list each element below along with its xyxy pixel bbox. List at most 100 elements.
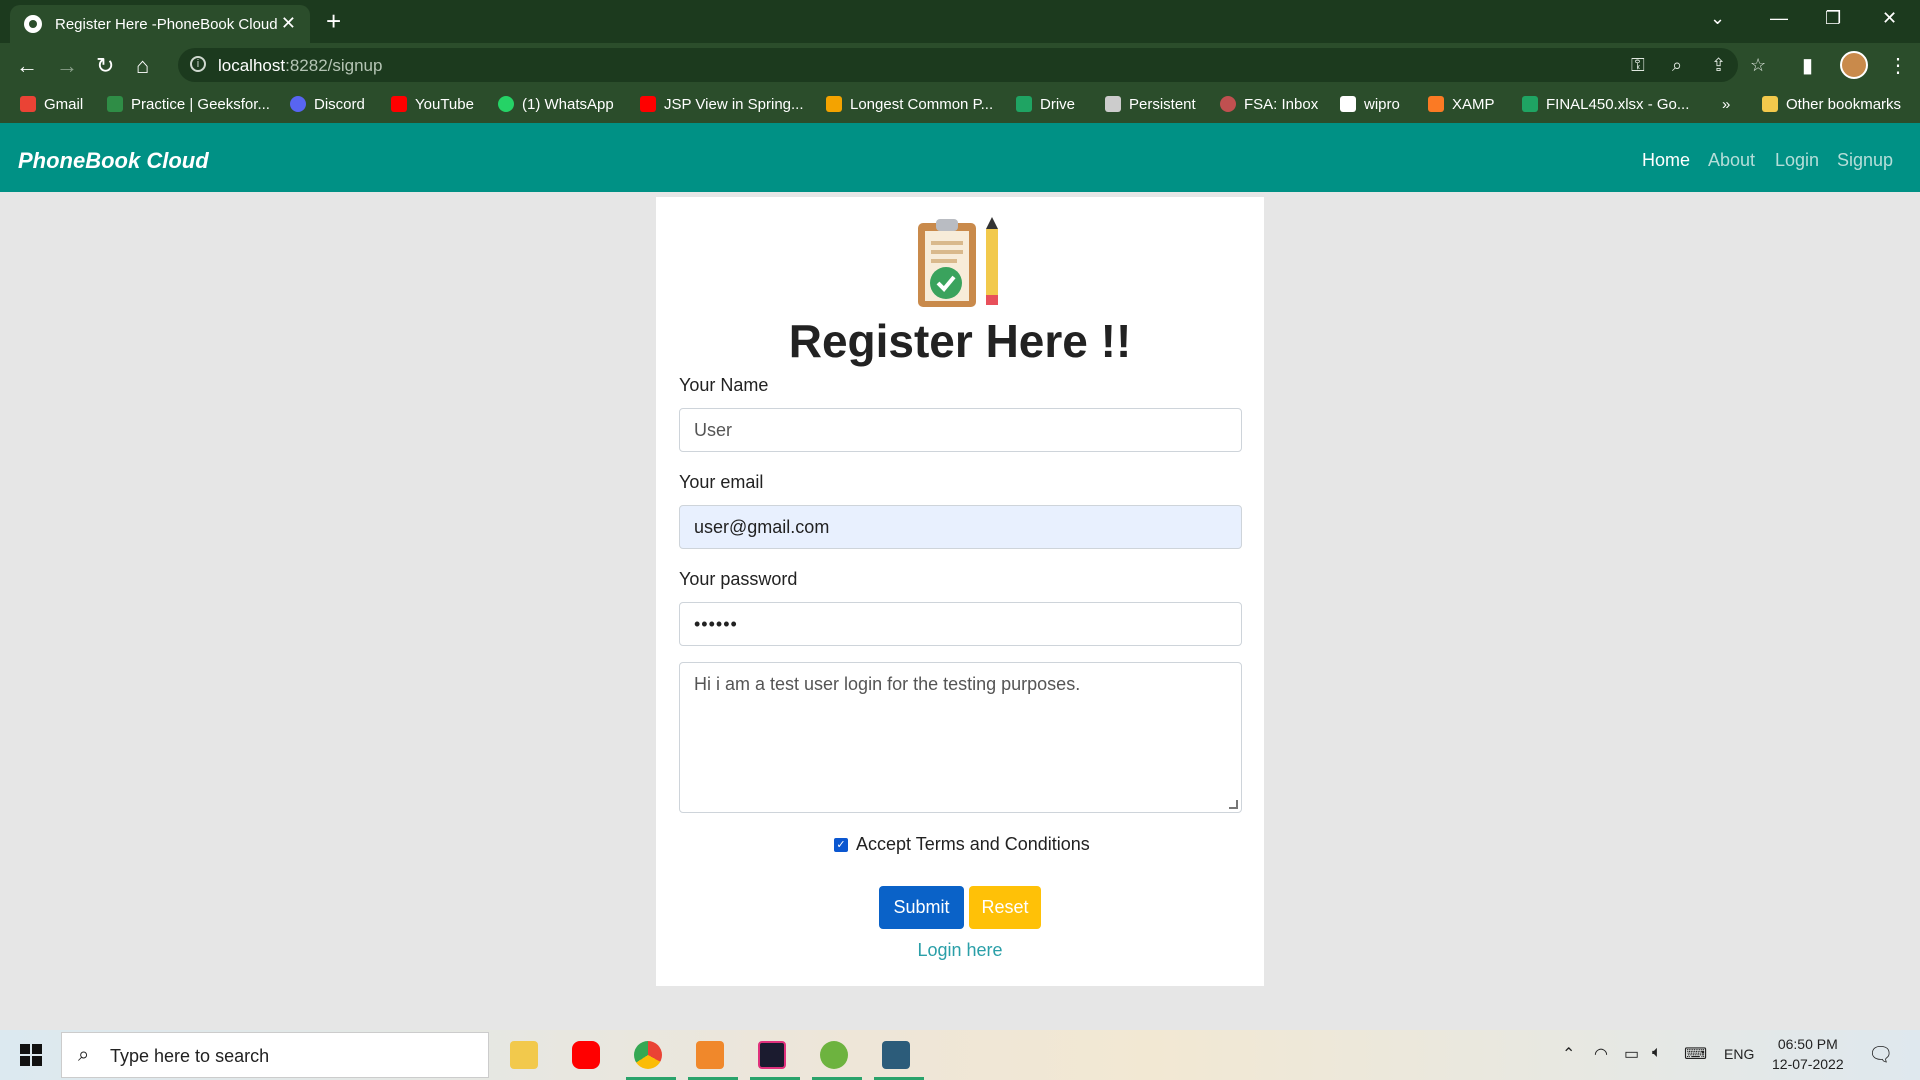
mysql-icon: [882, 1041, 910, 1069]
zoom-icon[interactable]: ⌕: [1672, 55, 1682, 76]
address-bar[interactable]: i localhost:8282/signup ⚿ ⌕ ⇪ ☆: [178, 48, 1766, 82]
terms-checkbox[interactable]: ✓: [834, 838, 848, 852]
reload-button[interactable]: ↻: [96, 53, 114, 79]
file-explorer-app[interactable]: [502, 1036, 546, 1074]
bookmark-label: JSP View in Spring...: [664, 96, 804, 113]
whatsapp-icon: [498, 96, 514, 112]
bookmark-persistent[interactable]: Persistent: [1105, 96, 1196, 113]
browser-tab-active[interactable]: Register Here -PhoneBook Cloud ✕: [10, 5, 310, 43]
share-icon[interactable]: ⇪: [1711, 55, 1726, 76]
url-path: :8282/signup: [285, 56, 383, 75]
bookmark-label: FINAL450.xlsx - Go...: [1546, 96, 1690, 113]
bookmark-final450[interactable]: FINAL450.xlsx - Go...: [1522, 96, 1689, 113]
nav-about[interactable]: About: [1708, 150, 1755, 171]
folder-icon: [510, 1041, 538, 1069]
clock-date: 12-07-2022: [1772, 1056, 1844, 1072]
youtube-app[interactable]: [564, 1036, 608, 1074]
bookmark-wipro[interactable]: wipro: [1340, 96, 1400, 113]
page-title: Register Here !!: [788, 315, 1132, 367]
site-info-icon[interactable]: i: [190, 56, 206, 72]
about-textarea[interactable]: Hi i am a test user login for the testin…: [679, 662, 1242, 813]
tab-title: Register Here -PhoneBook Cloud: [55, 16, 278, 33]
bookmark-geeksforgeeks[interactable]: Practice | Geeksfor...: [107, 96, 270, 113]
bookmark-label: Persistent: [1129, 96, 1196, 113]
bookmark-xamp[interactable]: XAMP: [1428, 96, 1495, 113]
volume-icon[interactable]: 🔈︎: [1652, 1044, 1662, 1062]
intellij-icon: [758, 1041, 786, 1069]
language-indicator[interactable]: ENG: [1724, 1046, 1754, 1062]
submit-button[interactable]: Submit: [879, 886, 964, 929]
windows-start-icon[interactable]: [20, 1044, 42, 1066]
notifications-icon[interactable]: 🗨︎: [1868, 1042, 1893, 1067]
close-window-button[interactable]: ✕: [1882, 8, 1897, 29]
battery-icon[interactable]: ▭: [1624, 1044, 1639, 1064]
youtube-icon: [572, 1041, 600, 1069]
wifi-icon[interactable]: ◠: [1594, 1044, 1608, 1064]
xampp-icon: [1428, 96, 1444, 112]
search-placeholder: Type here to search: [110, 1046, 270, 1066]
new-tab-button[interactable]: +: [326, 6, 341, 37]
bookmark-drive[interactable]: Drive: [1016, 96, 1075, 113]
menu-kebab-icon[interactable]: ⋮: [1888, 53, 1908, 78]
password-label: Your password: [679, 569, 798, 589]
bookmark-youtube[interactable]: YouTube: [391, 96, 474, 113]
chrome-app[interactable]: [626, 1036, 676, 1080]
email-input[interactable]: user@gmail.com: [679, 505, 1242, 549]
login-link[interactable]: Login here: [656, 940, 1264, 961]
home-button[interactable]: ⌂: [136, 53, 149, 79]
tray-chevron-icon[interactable]: ⌃: [1562, 1044, 1575, 1064]
bookmark-fsa-inbox[interactable]: FSA: Inbox: [1220, 96, 1318, 113]
bookmark-label: Gmail: [44, 96, 84, 113]
gmail-icon: [20, 96, 36, 112]
clipboard-check-icon: [918, 217, 998, 307]
youtube-icon: [640, 96, 656, 112]
bookmark-label: Other bookmarks: [1786, 96, 1902, 113]
taskbar-search[interactable]: ⌕ Type here to search: [61, 1032, 489, 1078]
sublime-icon: [696, 1041, 724, 1069]
tab-search-chevron-icon[interactable]: ⌄: [1710, 8, 1725, 29]
side-panel-icon[interactable]: ▮: [1802, 53, 1813, 78]
spring-icon: [820, 1041, 848, 1069]
tab-close-icon[interactable]: ✕: [281, 13, 296, 34]
bookmark-jsp-view[interactable]: JSP View in Spring...: [640, 96, 804, 113]
resize-handle-icon[interactable]: [1229, 800, 1238, 809]
bookmark-label: YouTube: [415, 96, 474, 113]
terms-label[interactable]: Accept Terms and Conditions: [856, 834, 1090, 855]
bookmark-other[interactable]: Other bookmarks: [1762, 96, 1901, 113]
bookmarks-bar: Gmail Practice | Geeksfor... Discord You…: [0, 88, 1920, 123]
minimize-button[interactable]: —: [1770, 8, 1788, 29]
name-label: Your Name: [679, 375, 769, 395]
sublime-app[interactable]: [688, 1036, 738, 1080]
bookmark-label: Drive: [1040, 96, 1076, 113]
profile-avatar[interactable]: [1840, 51, 1868, 79]
bookmark-gmail[interactable]: Gmail: [20, 96, 83, 113]
password-input[interactable]: ••••••: [679, 602, 1242, 646]
folder-icon: [1762, 96, 1778, 112]
address-url[interactable]: localhost:8282/signup: [218, 56, 382, 76]
restore-button[interactable]: ❐: [1825, 8, 1841, 29]
key-icon[interactable]: ⚿: [1631, 55, 1645, 76]
system-clock[interactable]: 06:50 PM 12-07-2022: [1772, 1034, 1844, 1074]
keyboard-icon[interactable]: ⌨: [1684, 1044, 1707, 1064]
bookmark-longest-common[interactable]: Longest Common P...: [826, 96, 993, 113]
bookmarks-overflow-button[interactable]: »: [1722, 96, 1730, 113]
nav-signup[interactable]: Signup: [1837, 150, 1893, 171]
clock-time: 06:50 PM: [1777, 1036, 1838, 1052]
spring-tool-app[interactable]: [812, 1036, 862, 1080]
persistent-icon: [1105, 96, 1121, 112]
mysql-workbench-app[interactable]: [874, 1036, 924, 1080]
bookmark-label: Longest Common P...: [850, 96, 994, 113]
google-drive-icon: [1522, 96, 1538, 112]
bookmark-star-icon[interactable]: ☆: [1750, 55, 1766, 76]
bookmark-label: (1) WhatsApp: [522, 96, 614, 113]
name-input[interactable]: User: [679, 408, 1242, 452]
nav-login[interactable]: Login: [1775, 150, 1819, 171]
back-button[interactable]: ←: [16, 53, 38, 79]
brand-logo[interactable]: PhoneBook Cloud: [18, 148, 209, 174]
bookmark-discord[interactable]: Discord: [290, 96, 365, 113]
bookmark-whatsapp[interactable]: (1) WhatsApp: [498, 96, 614, 113]
nav-home[interactable]: Home: [1642, 150, 1690, 171]
forward-button[interactable]: →: [56, 53, 78, 79]
intellij-app[interactable]: [750, 1036, 800, 1080]
reset-button[interactable]: Reset: [969, 886, 1041, 929]
